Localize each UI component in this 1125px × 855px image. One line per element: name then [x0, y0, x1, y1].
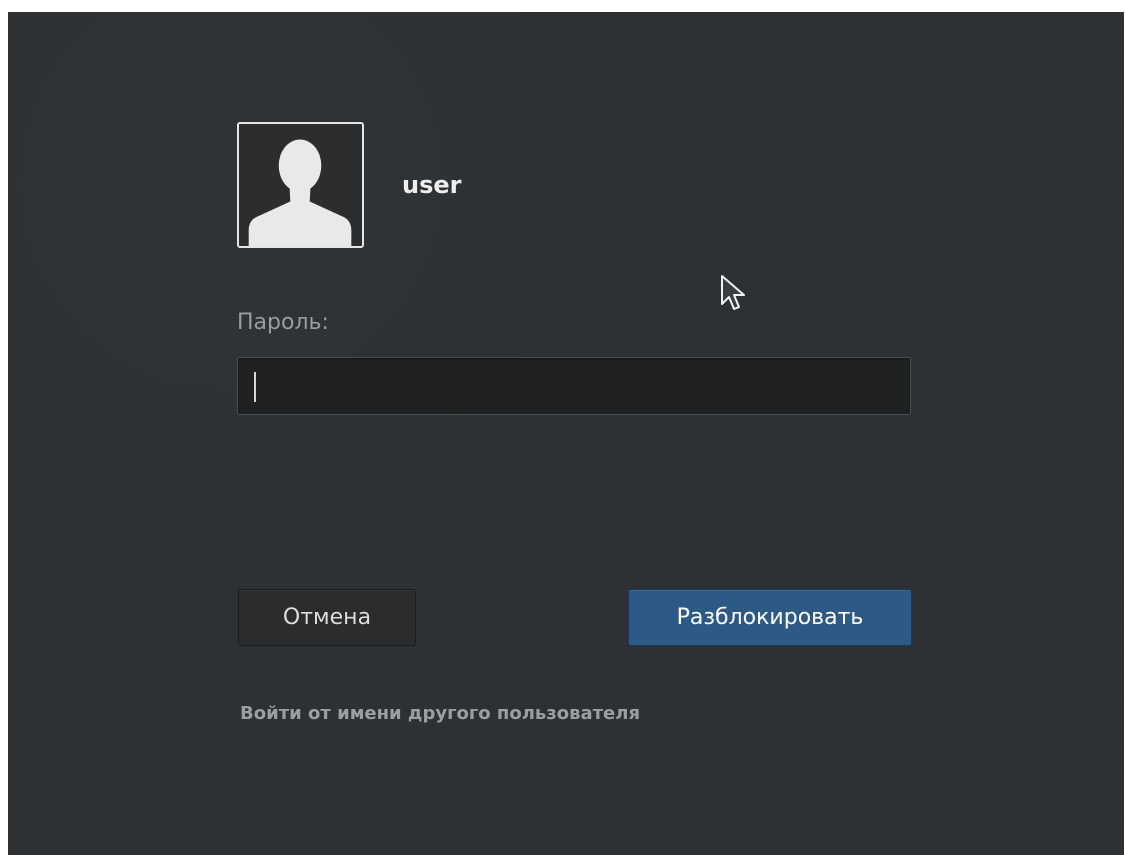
text-cursor — [254, 372, 256, 402]
password-input[interactable] — [237, 357, 911, 415]
lock-screen: user Пароль: Отмена Разблокировать Войти… — [8, 12, 1124, 855]
unlock-button[interactable]: Разблокировать — [628, 589, 912, 646]
user-silhouette-icon — [239, 124, 362, 246]
password-label: Пароль: — [237, 310, 329, 335]
username-label: user — [402, 171, 462, 199]
switch-user-link[interactable]: Войти от имени другого пользователя — [240, 703, 640, 724]
user-avatar — [237, 122, 364, 248]
mouse-pointer-icon — [721, 275, 745, 310]
cancel-button[interactable]: Отмена — [238, 589, 416, 646]
